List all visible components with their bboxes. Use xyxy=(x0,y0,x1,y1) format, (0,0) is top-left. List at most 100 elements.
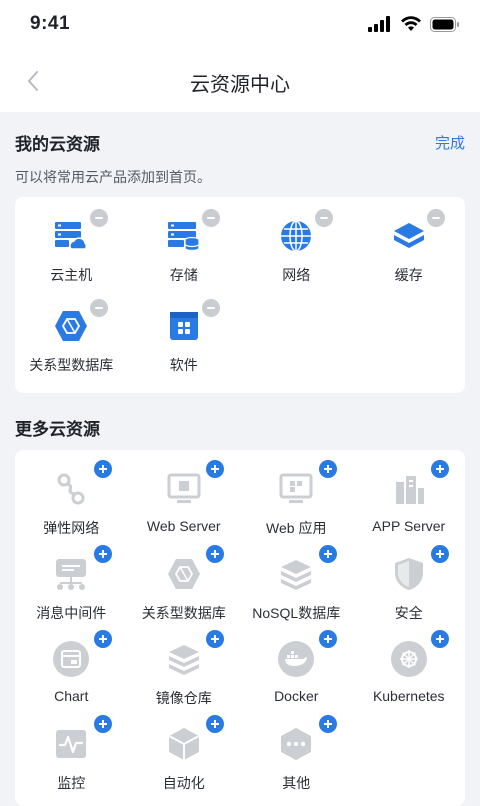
software-icon xyxy=(165,307,203,345)
tile-label: Chart xyxy=(54,688,89,704)
docker-icon xyxy=(277,640,315,678)
message-middleware-icon xyxy=(52,555,90,593)
tile-label: 存储 xyxy=(169,267,198,283)
more-resource-item-automation[interactable]: 自动化 xyxy=(128,711,241,796)
more-dots-icon xyxy=(277,725,315,763)
signal-icon xyxy=(368,16,390,32)
cloud-host-icon xyxy=(52,217,90,255)
nosql-db-icon xyxy=(277,555,315,593)
tile-label: 消息中间件 xyxy=(36,605,107,621)
web-server-icon xyxy=(165,470,203,508)
tile-label: 关系型数据库 xyxy=(141,605,226,621)
status-bar: 9:41 xyxy=(0,0,480,52)
add-badge-icon[interactable] xyxy=(206,715,224,733)
monitor-icon xyxy=(52,725,90,763)
automation-icon xyxy=(165,725,203,763)
more-resource-item-docker[interactable]: Docker xyxy=(240,626,353,711)
my-resources-description: 可以将常用云产品添加到首页。 xyxy=(15,169,211,185)
security-shield-icon xyxy=(390,555,428,593)
tile-label: 镜像仓库 xyxy=(155,690,212,706)
image-registry-icon xyxy=(165,640,203,678)
add-badge-icon[interactable] xyxy=(318,545,337,563)
my-resources-header: 我的云资源 完成 xyxy=(15,130,465,155)
my-resource-item-cloud-host[interactable]: 云主机 xyxy=(15,203,128,293)
storage-icon xyxy=(165,217,203,255)
more-resource-item-message-middleware[interactable]: 消息中间件 xyxy=(15,541,128,626)
tile-label: 软件 xyxy=(169,357,198,373)
my-resource-item-relational-db[interactable]: 关系型数据库 xyxy=(15,293,128,383)
tile-label: 网络 xyxy=(282,267,311,283)
add-badge-icon[interactable] xyxy=(206,460,224,478)
more-resource-item-web-app[interactable]: Web 应用 xyxy=(240,456,353,541)
my-resource-item-storage[interactable]: 存储 xyxy=(128,203,241,293)
add-badge-icon[interactable] xyxy=(206,545,224,563)
content: 我的云资源 完成 可以将常用云产品添加到首页。 云主机 存储 网络 缓存 关系型… xyxy=(0,130,480,806)
more-resource-item-app-server[interactable]: APP Server xyxy=(353,456,466,541)
add-badge-icon[interactable] xyxy=(93,460,112,478)
more-resource-item-chart[interactable]: Chart xyxy=(15,626,128,711)
add-badge-icon[interactable] xyxy=(431,460,449,478)
my-resource-item-cache[interactable]: 缓存 xyxy=(353,203,466,293)
tile-label: 监控 xyxy=(57,775,86,791)
my-resource-item-software[interactable]: 软件 xyxy=(128,293,241,383)
globe-icon xyxy=(277,217,315,255)
wifi-icon xyxy=(401,16,421,31)
tile-label: 缓存 xyxy=(394,267,423,283)
my-resource-item-network[interactable]: 网络 xyxy=(240,203,353,293)
tile-label: Docker xyxy=(274,688,319,704)
remove-badge-icon[interactable] xyxy=(314,209,333,227)
tile-label: 安全 xyxy=(394,605,423,621)
more-resources-title: 更多云资源 xyxy=(15,420,100,439)
nav-bar: 云资源中心 xyxy=(0,52,480,112)
more-resource-item-kubernetes[interactable]: Kubernetes xyxy=(353,626,466,711)
tile-label: NoSQL数据库 xyxy=(252,605,341,621)
more-resource-item-relational-db[interactable]: 关系型数据库 xyxy=(128,541,241,626)
cache-icon xyxy=(390,217,428,255)
tile-label: Web Server xyxy=(146,518,221,534)
more-resource-item-web-server[interactable]: Web Server xyxy=(128,456,241,541)
more-resource-item-security[interactable]: 安全 xyxy=(353,541,466,626)
my-resources-card: 云主机 存储 网络 缓存 关系型数据库 软件 xyxy=(15,197,465,393)
web-app-icon xyxy=(277,470,315,508)
add-badge-icon[interactable] xyxy=(431,630,449,648)
more-resource-item-nosql-db[interactable]: NoSQL数据库 xyxy=(240,541,353,626)
remove-badge-icon[interactable] xyxy=(427,209,445,227)
remove-badge-icon[interactable] xyxy=(89,299,108,317)
relational-db-icon xyxy=(52,307,90,345)
tile-label: APP Server xyxy=(372,518,446,534)
done-button[interactable]: 完成 xyxy=(435,132,465,153)
my-resources-title: 我的云资源 xyxy=(15,135,100,154)
add-badge-icon[interactable] xyxy=(318,460,337,478)
remove-badge-icon[interactable] xyxy=(202,209,220,227)
tile-label: 弹性网络 xyxy=(43,520,100,536)
more-resources-card: 弹性网络 Web Server Web 应用 APP Server 消息中间件 … xyxy=(15,450,465,806)
remove-badge-icon[interactable] xyxy=(202,299,220,317)
status-icons xyxy=(368,16,460,32)
tile-label: 云主机 xyxy=(50,267,93,283)
more-resource-item-monitor[interactable]: 监控 xyxy=(15,711,128,796)
add-badge-icon[interactable] xyxy=(93,630,112,648)
add-badge-icon[interactable] xyxy=(318,715,337,733)
add-badge-icon[interactable] xyxy=(318,630,337,648)
battery-icon xyxy=(430,16,459,32)
app-server-icon xyxy=(390,470,428,508)
tile-label: 自动化 xyxy=(162,775,205,791)
more-resources-header: 更多云资源 xyxy=(15,415,465,440)
tile-label: Web 应用 xyxy=(266,520,327,536)
tile-label: 关系型数据库 xyxy=(29,357,114,373)
more-resource-item-image-registry[interactable]: 镜像仓库 xyxy=(128,626,241,711)
add-badge-icon[interactable] xyxy=(93,545,112,563)
more-resource-item-other[interactable]: 其他 xyxy=(240,711,353,796)
more-resource-item-elastic-network[interactable]: 弹性网络 xyxy=(15,456,128,541)
tile-label: 其他 xyxy=(282,775,311,791)
tile-label: Kubernetes xyxy=(372,688,445,704)
add-badge-icon[interactable] xyxy=(431,545,449,563)
relational-db-gray-icon xyxy=(165,555,203,593)
remove-badge-icon[interactable] xyxy=(89,209,108,227)
add-badge-icon[interactable] xyxy=(93,715,112,733)
add-badge-icon[interactable] xyxy=(206,630,224,648)
elastic-network-icon xyxy=(52,470,90,508)
kubernetes-icon xyxy=(390,640,428,678)
page-title: 云资源中心 xyxy=(190,74,290,96)
status-time: 9:41 xyxy=(30,13,71,34)
